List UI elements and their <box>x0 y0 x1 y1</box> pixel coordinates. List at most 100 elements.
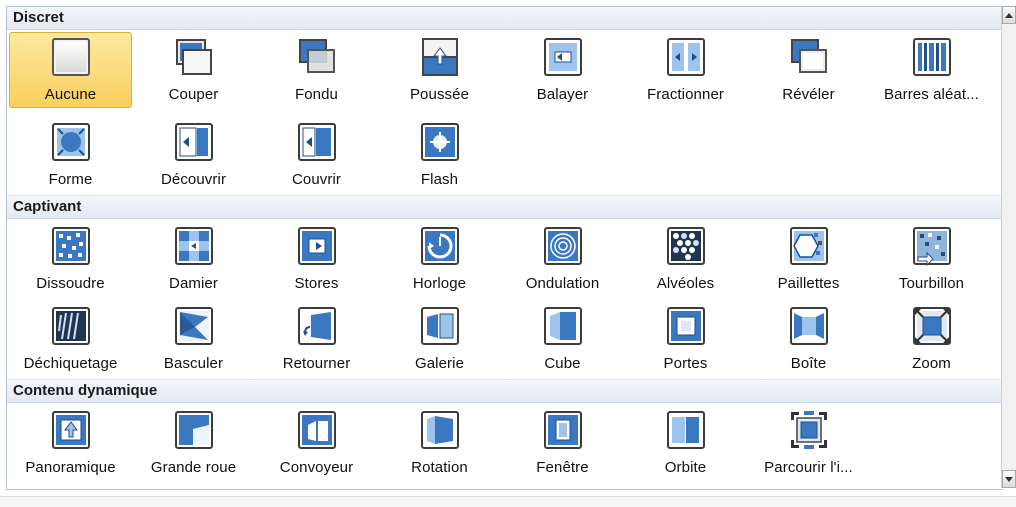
blinds-transition-icon <box>296 225 338 267</box>
transition-label: Barres aléat... <box>884 86 979 103</box>
random-bars-transition-icon <box>911 36 953 78</box>
gallery-footer <box>0 496 1016 507</box>
transition-option[interactable]: Aucune <box>9 32 132 108</box>
scroll-up-button[interactable] <box>1002 6 1016 24</box>
gallery-row: Dissoudre Damier Stores Horloge Ondulation Al… <box>7 219 1003 299</box>
transition-option[interactable]: Galerie <box>378 301 501 377</box>
ferris-wheel-transition-icon <box>173 409 215 451</box>
transition-option[interactable]: Poussée <box>378 32 501 108</box>
transition-option[interactable]: Révéler <box>747 32 870 108</box>
transition-label: Tourbillon <box>898 275 965 292</box>
transition-option[interactable]: Balayer <box>501 32 624 108</box>
fly-through-transition-icon <box>788 409 830 451</box>
transition-label: Aucune <box>44 86 97 103</box>
transition-label: Cube <box>544 355 581 372</box>
transition-option[interactable]: Parcourir l'i... <box>747 405 870 481</box>
transition-option[interactable]: Fenêtre <box>501 405 624 481</box>
section-header: Contenu dynamique <box>7 379 1003 403</box>
transition-option[interactable]: Paillettes <box>747 221 870 297</box>
cover-transition-icon <box>296 121 338 163</box>
transition-option[interactable]: Fondu <box>255 32 378 108</box>
transition-label: Galerie <box>414 355 465 372</box>
transition-label: Stores <box>294 275 339 292</box>
scroll-down-button[interactable] <box>1002 470 1016 488</box>
vertical-scrollbar[interactable] <box>1001 6 1016 488</box>
transition-label: Damier <box>169 275 218 292</box>
zoom-transition-icon <box>911 305 953 347</box>
transition-label: Dissoudre <box>36 275 105 292</box>
transition-option[interactable]: Retourner <box>255 301 378 377</box>
shred-transition-icon <box>50 305 92 347</box>
transition-option[interactable]: Boîte <box>747 301 870 377</box>
transition-label: Déchiquetage <box>23 355 118 372</box>
transition-label: Convoyeur <box>279 459 354 476</box>
transition-label: Fenêtre <box>536 459 589 476</box>
transition-option[interactable]: Découvrir <box>132 117 255 193</box>
transition-option[interactable]: Forme <box>9 117 132 193</box>
transition-option[interactable]: Couvrir <box>255 117 378 193</box>
orbit-transition-icon <box>665 409 707 451</box>
doors-transition-icon <box>665 305 707 347</box>
transition-label: Horloge <box>412 275 467 292</box>
transition-label: Panoramique <box>25 459 116 476</box>
transition-option[interactable]: Flash <box>378 117 501 193</box>
transition-label: Couvrir <box>291 171 342 188</box>
transition-label: Boîte <box>790 355 827 372</box>
transition-label: Rotation <box>411 459 468 476</box>
transition-option[interactable]: Alvéoles <box>624 221 747 297</box>
transition-label: Fondu <box>294 86 339 103</box>
wipe-transition-icon <box>542 36 584 78</box>
transition-label: Retourner <box>282 355 351 372</box>
transition-option[interactable]: Déchiquetage <box>9 301 132 377</box>
transition-label: Flash <box>420 171 459 188</box>
transition-option[interactable]: Convoyeur <box>255 405 378 481</box>
transition-option[interactable]: Dissoudre <box>9 221 132 297</box>
transition-label: Ondulation <box>525 275 600 292</box>
transition-option[interactable]: Horloge <box>378 221 501 297</box>
pan-transition-icon <box>50 409 92 451</box>
rotate-transition-icon <box>419 409 461 451</box>
vortex-transition-icon <box>911 225 953 267</box>
flip-transition-icon <box>296 305 338 347</box>
transition-option[interactable]: Portes <box>624 301 747 377</box>
box-transition-icon <box>788 305 830 347</box>
transition-option[interactable]: Grande roue <box>132 405 255 481</box>
conveyor-transition-icon <box>296 409 338 451</box>
transition-option[interactable]: Cube <box>501 301 624 377</box>
transition-option[interactable]: Stores <box>255 221 378 297</box>
transition-option[interactable]: Panoramique <box>9 405 132 481</box>
transition-label: Alvéoles <box>656 275 715 292</box>
gallery-transition-icon <box>419 305 461 347</box>
transition-label: Fractionner <box>647 86 724 103</box>
fade-transition-icon <box>296 36 338 78</box>
gallery-row: Panoramique Grande roue Convoyeur Rotation F… <box>7 403 1003 483</box>
transition-option[interactable]: Orbite <box>624 405 747 481</box>
transition-option[interactable]: Tourbillon <box>870 221 993 297</box>
transition-option[interactable]: Basculer <box>132 301 255 377</box>
transition-label: Forme <box>48 171 93 188</box>
transition-label: Portes <box>663 355 708 372</box>
uncover-transition-icon <box>173 121 215 163</box>
transition-option[interactable]: Barres aléat... <box>870 32 993 108</box>
transition-label: Balayer <box>536 86 589 103</box>
transition-option[interactable]: Couper <box>132 32 255 108</box>
transition-option[interactable]: Damier <box>132 221 255 297</box>
transition-option[interactable]: Ondulation <box>501 221 624 297</box>
arrow-up-icon <box>1005 12 1013 18</box>
section-header: Discret <box>7 7 1003 30</box>
transition-label: Paillettes <box>777 275 840 292</box>
switch-transition-icon <box>173 305 215 347</box>
transition-option[interactable]: Fractionner <box>624 32 747 108</box>
gallery-row: Forme Découvrir Couvrir Flash <box>7 115 1003 195</box>
none-transition-icon <box>50 36 92 78</box>
window-transition-icon <box>542 409 584 451</box>
reveal-transition-icon <box>788 36 830 78</box>
split-transition-icon <box>665 36 707 78</box>
transition-label: Révéler <box>782 86 835 103</box>
transition-label: Zoom <box>912 355 951 372</box>
glitter-transition-icon <box>788 225 830 267</box>
honeycomb-transition-icon <box>665 225 707 267</box>
gallery-row: Déchiquetage Basculer Retourner Galerie Cube… <box>7 299 1003 379</box>
transition-option[interactable]: Rotation <box>378 405 501 481</box>
transition-option[interactable]: Zoom <box>870 301 993 377</box>
